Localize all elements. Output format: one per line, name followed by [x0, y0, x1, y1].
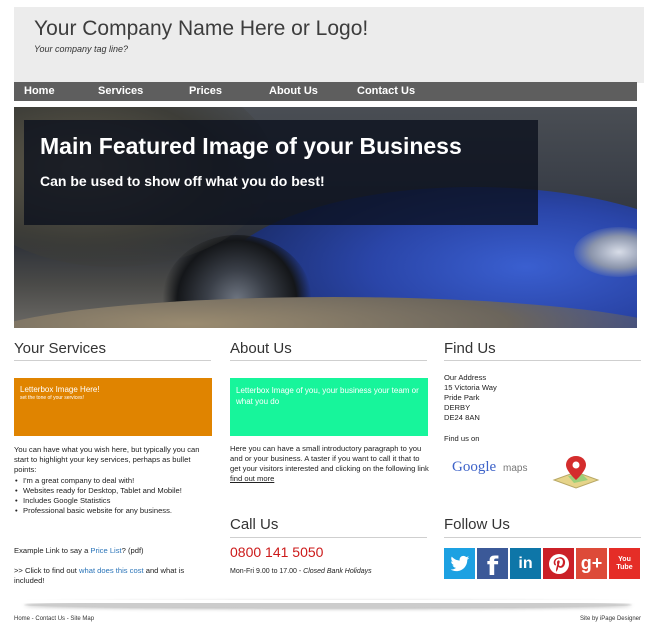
address-block: Our Address 15 Victoria Way Pride Park D… — [444, 373, 624, 423]
hero-title: Main Featured Image of your Business — [40, 133, 462, 159]
pinterest-icon[interactable] — [543, 548, 574, 579]
facebook-glyph: f — [486, 551, 499, 582]
youtube-icon[interactable]: You Tube — [609, 548, 640, 579]
opening-hours: Mon-Fri 9.00 to 17.00 - Closed Bank Holi… — [230, 568, 372, 575]
footer-link-home[interactable]: Home — [14, 616, 30, 622]
google-logo-text: Google — [452, 459, 497, 475]
nav-prices[interactable]: Prices — [189, 82, 222, 101]
services-letterbox-title: Letterbox Image Here! — [20, 385, 100, 394]
featured-image: Main Featured Image of your Business Can… — [14, 107, 637, 328]
about-intro: Here you can have a small introductory p… — [230, 444, 430, 484]
find-us-on-label: Find us on — [444, 434, 480, 443]
find-out-more-link[interactable]: find out more — [230, 474, 274, 483]
twitter-icon[interactable] — [444, 548, 475, 579]
hours-text: Mon-Fri 9.00 to 17.00 - — [230, 568, 304, 575]
address-line: Pride Park — [444, 393, 480, 402]
address-line: DERBY — [444, 403, 471, 412]
about-intro-text: Here you can have a small introductory p… — [230, 444, 429, 473]
google-wordmark: Google — [452, 459, 496, 476]
follow-heading-rule — [444, 537, 641, 538]
about-letterbox-image: Letterbox Image of you, your business yo… — [230, 378, 428, 436]
services-letterbox-image: Letterbox Image Here! set the tone of yo… — [14, 378, 212, 436]
nav-contact-us[interactable]: Contact Us — [357, 82, 415, 101]
price-list-suffix: ? (pdf) — [121, 546, 144, 555]
price-list-line: Example Link to say a Price List? (pdf) — [14, 546, 214, 556]
nav-home[interactable]: Home — [24, 82, 55, 101]
address-line: Our Address — [444, 373, 487, 382]
hero-subtitle: Can be used to show off what you do best… — [40, 173, 325, 189]
footer-link-site-map[interactable]: Site Map — [70, 616, 94, 622]
footer-credit-link[interactable]: Site by iPage Designer — [580, 616, 641, 622]
about-letterbox-text: Letterbox Image of you, your business yo… — [236, 386, 419, 406]
price-list-link[interactable]: Price List — [90, 546, 121, 555]
map-pin-icon — [552, 456, 600, 489]
nav-services[interactable]: Services — [98, 82, 143, 101]
cost-link[interactable]: what does this cost — [79, 566, 144, 575]
cost-prefix: >> Click to find out — [14, 566, 80, 575]
phone-number[interactable]: 0800 141 5050 — [230, 544, 323, 560]
cost-line: >> Click to find out what does this cost… — [14, 566, 214, 586]
call-heading-rule — [230, 537, 427, 538]
address-line: DE24 8AN — [444, 413, 480, 422]
hours-closed: Closed Bank Holidays — [303, 568, 372, 575]
google-plus-glyph: g+ — [580, 553, 603, 573]
price-list-prefix: Example Link to say a — [14, 546, 91, 555]
services-intro: You can have what you wish here, but typ… — [14, 445, 200, 474]
linkedin-icon[interactable]: in — [510, 548, 541, 579]
services-heading: Your Services — [14, 340, 106, 357]
about-heading-rule — [230, 360, 427, 361]
nav-about-us[interactable]: About Us — [269, 82, 318, 101]
facebook-icon[interactable]: f — [477, 548, 508, 582]
list-item: Includes Google Statistics — [14, 496, 214, 506]
about-heading: About Us — [230, 340, 292, 357]
youtube-glyph: You Tube — [616, 555, 633, 571]
main-navigation: Home Services Prices About Us Contact Us — [14, 82, 637, 101]
find-heading: Find Us — [444, 340, 496, 357]
footer-links: Home - Contact Us - Site Map — [14, 616, 94, 622]
site-header: Your Company Name Here or Logo! Your com… — [14, 7, 644, 83]
services-heading-rule — [14, 360, 211, 361]
address-line: 15 Victoria Way — [444, 383, 497, 392]
google-maps-link[interactable]: Google maps — [444, 448, 604, 494]
call-heading: Call Us — [230, 516, 279, 533]
list-item: Professional basic website for any busin… — [14, 506, 214, 516]
list-item: Websites ready for Desktop, Tablet and M… — [14, 486, 214, 496]
google-plus-icon[interactable]: g+ — [576, 548, 607, 579]
footer-divider — [14, 600, 637, 603]
footer-link-contact-us[interactable]: Contact Us — [35, 616, 65, 622]
follow-heading: Follow Us — [444, 516, 510, 533]
site-title[interactable]: Your Company Name Here or Logo! — [34, 17, 368, 41]
services-bullet-list: I'm a great company to deal with! Websit… — [14, 476, 214, 516]
services-letterbox-subtitle: set the tone of your services! — [20, 395, 84, 401]
maps-word: maps — [503, 463, 528, 474]
linkedin-glyph: in — [518, 554, 533, 572]
list-item: I'm a great company to deal with! — [14, 476, 214, 486]
site-tagline: Your company tag line? — [34, 44, 129, 54]
find-heading-rule — [444, 360, 641, 361]
